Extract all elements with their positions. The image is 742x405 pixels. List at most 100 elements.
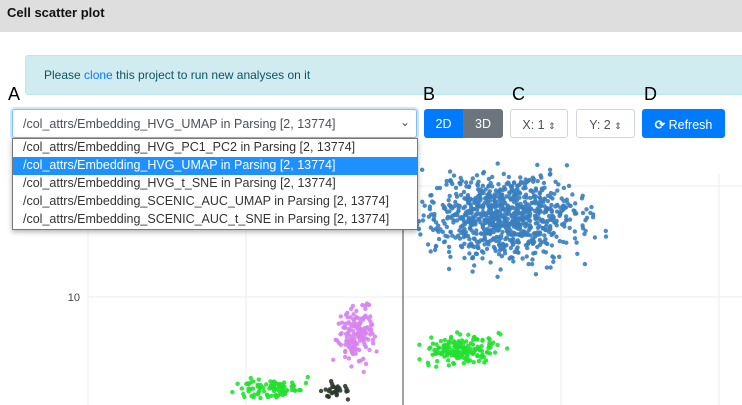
- scatter-point: [529, 200, 534, 206]
- scatter-point: [466, 184, 472, 189]
- scatter-point: [258, 395, 263, 401]
- mode-3d-button[interactable]: 3D: [463, 109, 503, 138]
- scatter-point: [425, 360, 431, 365]
- scatter-point: [277, 381, 283, 387]
- refresh-button[interactable]: ⟳ Refresh: [642, 109, 725, 138]
- scatter-point: [467, 251, 472, 256]
- scatter-point: [470, 256, 475, 261]
- scatter-point: [230, 389, 235, 395]
- scatter-point: [495, 274, 500, 279]
- scatter-point: [363, 313, 368, 318]
- scatter-point: [351, 317, 356, 322]
- scatter-point: [246, 386, 251, 391]
- scatter-point: [524, 254, 529, 259]
- scatter-point: [479, 353, 484, 359]
- scatter-point: [467, 201, 472, 206]
- scatter-point: [475, 182, 480, 187]
- scatter-point: [570, 192, 575, 197]
- mode-2d-button[interactable]: 2D: [424, 109, 463, 138]
- scatter-point: [465, 345, 470, 350]
- scatter-point: [450, 206, 455, 211]
- scatter-point: [559, 222, 565, 227]
- alert-text: Please: [44, 68, 85, 82]
- scatter-point: [443, 349, 448, 354]
- scatter-point: [472, 244, 477, 250]
- scatter-point: [476, 245, 481, 251]
- scatter-point: [360, 317, 366, 322]
- scatter-point: [349, 364, 354, 369]
- dropdown-option[interactable]: /col_attrs/Embedding_HVG_PC1_PC2 in Pars…: [13, 139, 417, 157]
- scatter-point: [592, 235, 598, 240]
- updown-icon: ⇕: [614, 121, 622, 131]
- scatter-point: [467, 225, 473, 231]
- scatter-point: [548, 171, 553, 177]
- scatter-point: [549, 209, 554, 214]
- dropdown-option[interactable]: /col_attrs/Embedding_SCENIC_AUC_UMAP in …: [13, 193, 417, 211]
- scatter-point: [235, 381, 240, 386]
- scatter-point: [462, 255, 467, 261]
- x-axis-select[interactable]: X: 1 ⇕: [510, 109, 568, 138]
- scatter-point: [462, 204, 468, 209]
- scatter-point: [348, 334, 353, 339]
- scatter-point: [481, 190, 486, 196]
- scatter-point: [538, 195, 543, 200]
- scatter-point: [574, 240, 579, 245]
- y-axis-select[interactable]: Y: 2 ⇕: [576, 109, 635, 138]
- scatter-point: [551, 259, 556, 264]
- scatter-point: [429, 199, 435, 204]
- scatter-point: [446, 363, 451, 368]
- scatter-point: [460, 223, 465, 228]
- scatter-point: [564, 240, 569, 245]
- scatter-point: [479, 249, 485, 254]
- scatter-point: [331, 384, 336, 389]
- dropdown-option[interactable]: /col_attrs/Embedding_HVG_t_SNE in Parsin…: [13, 175, 417, 193]
- scatter-point: [509, 187, 515, 192]
- scatter-point: [545, 218, 550, 224]
- scatter-point: [477, 189, 482, 195]
- scatter-point: [256, 377, 261, 382]
- updown-icon: ⇕: [548, 121, 556, 131]
- scatter-point: [551, 255, 556, 260]
- scatter-point: [447, 169, 453, 174]
- scatter-point: [554, 223, 559, 228]
- scatter-point: [508, 197, 514, 202]
- clone-link[interactable]: clone: [84, 68, 113, 82]
- scatter-point: [539, 186, 545, 191]
- scatter-point: [343, 321, 349, 326]
- scatter-point: [522, 229, 527, 234]
- embedding-select[interactable]: /col_attrs/Embedding_HVG_UMAP in Parsing…: [12, 109, 417, 138]
- scatter-point: [543, 209, 549, 214]
- scatter-point: [580, 226, 586, 231]
- scatter-point: [505, 346, 510, 351]
- scatter-point: [511, 224, 516, 229]
- scatter-point: [435, 359, 440, 364]
- scatter-point: [515, 232, 520, 237]
- scatter-point: [544, 241, 549, 246]
- scatter-point: [463, 210, 469, 215]
- scatter-point: [323, 387, 328, 392]
- scatter-point: [436, 236, 442, 242]
- scatter-point: [448, 179, 454, 184]
- scatter-point: [478, 220, 483, 225]
- scatter-point: [547, 167, 553, 172]
- scatter-point: [443, 206, 448, 212]
- scatter-point: [543, 250, 549, 255]
- scatter-point: [477, 347, 482, 352]
- scatter-point: [438, 338, 444, 344]
- scatter-point: [529, 188, 534, 193]
- scatter-point: [495, 342, 500, 348]
- scatter-point: [480, 205, 485, 210]
- scatter-point: [520, 215, 525, 220]
- scatter-point: [457, 236, 463, 241]
- scatter-point: [421, 213, 426, 218]
- scatter-point: [461, 217, 466, 222]
- scatter-point: [490, 212, 495, 217]
- scatter-point: [495, 161, 500, 166]
- scatter-point: [242, 394, 247, 400]
- scatter-point: [467, 218, 472, 223]
- dropdown-option-selected[interactable]: /col_attrs/Embedding_HVG_UMAP in Parsing…: [13, 157, 417, 175]
- scatter-point: [496, 242, 502, 247]
- scatter-point: [568, 203, 573, 208]
- dropdown-option[interactable]: /col_attrs/Embedding_SCENIC_AUC_t_SNE in…: [13, 211, 417, 229]
- scatter-point: [496, 182, 501, 187]
